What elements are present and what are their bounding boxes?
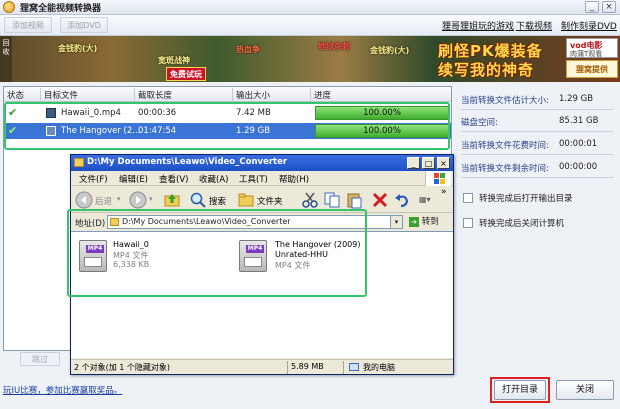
status-divider xyxy=(343,361,344,374)
elapsed-time-label: 当前转换文件花费时间: xyxy=(461,141,549,151)
divider xyxy=(461,131,613,132)
address-dropdown-icon[interactable]: ▾ xyxy=(390,216,402,228)
explorer-title: D:\My Documents\Leawo\Video_Converter xyxy=(87,157,288,167)
highlight-frame xyxy=(4,102,450,150)
open-dir-option-label: 转换完成后打开输出目录 xyxy=(479,194,573,204)
disk-space-value: 85.31 GB xyxy=(559,116,599,126)
menu-file[interactable]: 文件(F) xyxy=(79,173,108,185)
search-icon[interactable] xyxy=(189,191,207,209)
list-header: 状态 目标文件 截取长度 输出大小 进度 xyxy=(4,87,451,102)
computer-icon xyxy=(349,363,359,371)
column-size[interactable]: 输出大小 xyxy=(236,89,270,101)
estimated-size-label: 当前转换文件估计大小: xyxy=(461,96,549,106)
undo-icon[interactable] xyxy=(393,191,411,209)
folder-icon xyxy=(74,158,84,167)
remaining-time-label: 当前转换文件剩余时间: xyxy=(461,164,549,174)
download-video-link[interactable]: 下载视频 xyxy=(516,19,552,32)
back-icon[interactable] xyxy=(75,191,93,209)
liwo-logo[interactable]: 狸窝提供 xyxy=(566,60,618,78)
banner-slogan: 刷怪PK爆装备 xyxy=(438,42,543,60)
info-panel: 当前转换文件估计大小: 1.29 GB 磁盘空间: 85.31 GB 当前转换文… xyxy=(455,86,620,266)
elapsed-time-value: 00:00:01 xyxy=(559,139,598,149)
column-progress[interactable]: 进度 xyxy=(314,89,331,101)
views-icon[interactable]: ▦▾ xyxy=(419,195,431,204)
chevron-down-icon[interactable]: ▾ xyxy=(117,195,121,203)
highlight-frame xyxy=(67,209,367,297)
go-arrow-icon: ➔ xyxy=(409,216,419,227)
highlight-frame-red xyxy=(490,377,550,403)
column-target[interactable]: 目标文件 xyxy=(44,89,78,101)
free-play-button[interactable]: 免费试玩 xyxy=(166,67,206,81)
menu-help[interactable]: 帮助(H) xyxy=(279,173,309,185)
explorer-title-bar[interactable]: D:\My Documents\Leawo\Video_Converter _ … xyxy=(71,155,453,171)
games-link[interactable]: 狸哥狸姐玩的游戏 xyxy=(442,19,514,32)
banner-tag: 热血争 xyxy=(236,45,260,54)
menu-view[interactable]: 查看(V) xyxy=(159,173,188,185)
toolbar: 添加视频 添加DVD 狸哥狸姐玩的游戏 下载视频 制作刻录DVD xyxy=(0,15,620,36)
divider xyxy=(461,177,613,178)
banner-tag: 金钱豹(大) xyxy=(58,44,98,53)
divider xyxy=(461,154,613,155)
close-window-button[interactable]: × xyxy=(602,1,616,13)
estimated-size-value: 1.29 GB xyxy=(559,94,594,104)
folder-up-icon[interactable] xyxy=(163,191,181,209)
go-label: 转到 xyxy=(421,217,439,227)
explorer-status-bar: 2 个对象(加 1 个隐藏对象) 5.89 MB 我的电脑 xyxy=(71,359,453,374)
windows-logo-icon xyxy=(425,171,451,186)
toolbar-overflow-icon[interactable]: » xyxy=(441,187,447,197)
banner-tag: 宽斑战神 xyxy=(158,56,190,65)
title-bar: 狸窝全能视频转换器 _ × xyxy=(0,0,620,15)
status-size: 5.89 MB xyxy=(291,362,324,371)
column-status[interactable]: 状态 xyxy=(7,89,24,101)
column-divider[interactable] xyxy=(232,88,233,101)
explorer-menu-bar: 文件(F) 编辑(E) 查看(V) 收藏(A) 工具(T) 帮助(H) xyxy=(71,171,453,186)
banner-tag: 地狱杀刺 xyxy=(318,42,350,51)
status-location: 我的电脑 xyxy=(363,363,395,372)
explorer-maximize-button[interactable]: □ xyxy=(422,157,435,169)
banner-slogan: 续写我的神奇 xyxy=(438,61,535,79)
column-length[interactable]: 截取长度 xyxy=(138,89,172,101)
menu-tools[interactable]: 工具(T) xyxy=(239,173,268,185)
folders-icon[interactable] xyxy=(237,191,255,209)
column-divider[interactable] xyxy=(310,88,311,101)
search-label[interactable]: 搜索 xyxy=(209,195,226,207)
close-button[interactable]: 关闭 xyxy=(556,380,614,400)
burn-dvd-link[interactable]: 制作刻录DVD xyxy=(561,19,617,32)
forward-icon[interactable] xyxy=(129,191,147,209)
explorer-minimize-button[interactable]: _ xyxy=(407,157,420,169)
menu-favorites[interactable]: 收藏(A) xyxy=(199,173,228,185)
skip-button[interactable]: 跳过 xyxy=(20,352,60,366)
cut-icon[interactable] xyxy=(301,191,319,209)
vod-ad[interactable]: vod电影 肉蒲T观看 xyxy=(566,38,618,58)
open-dir-checkbox[interactable] xyxy=(463,193,473,203)
status-divider xyxy=(287,361,288,374)
column-divider[interactable] xyxy=(134,88,135,101)
status-objects: 2 个对象(加 1 个隐藏对象) xyxy=(74,363,171,372)
copy-icon[interactable] xyxy=(323,191,341,209)
add-video-button[interactable]: 添加视频 xyxy=(4,17,52,33)
go-button[interactable]: ➔ 转到 xyxy=(409,215,449,229)
shutdown-option-label: 转换完成后关闭计算机 xyxy=(479,219,565,229)
app-title: 狸窝全能视频转换器 xyxy=(20,4,102,14)
disk-space-label: 磁盘空间: xyxy=(461,118,498,128)
explorer-close-button[interactable]: × xyxy=(437,157,450,169)
add-dvd-button[interactable]: 添加DVD xyxy=(60,17,108,33)
contest-link[interactable]: 玩IU比赛，参加比赛赢取奖品。 xyxy=(3,384,122,396)
remaining-time-value: 00:00:00 xyxy=(559,162,598,172)
app-icon xyxy=(3,1,15,13)
shutdown-checkbox[interactable] xyxy=(463,218,473,228)
ad-banner[interactable]: 回收 金钱豹(大) 宽斑战神 热血争 地狱杀刺 金钱豹(大) 免费试玩 刷怪PK… xyxy=(0,36,620,82)
divider xyxy=(461,109,613,110)
column-divider[interactable] xyxy=(40,88,41,101)
folders-label[interactable]: 文件夹 xyxy=(257,195,283,207)
back-label[interactable]: 后退 xyxy=(95,195,112,207)
banner-tag: 金钱豹(大) xyxy=(370,46,410,55)
vod-sub: 肉蒲T观看 xyxy=(570,50,603,58)
chevron-down-icon[interactable]: ▾ xyxy=(149,195,153,203)
delete-icon[interactable] xyxy=(371,191,389,209)
menu-edit[interactable]: 编辑(E) xyxy=(119,173,148,185)
minimize-button[interactable]: _ xyxy=(585,1,599,13)
paste-icon[interactable] xyxy=(345,191,363,209)
banner-side-tab[interactable]: 回收 xyxy=(0,36,12,82)
